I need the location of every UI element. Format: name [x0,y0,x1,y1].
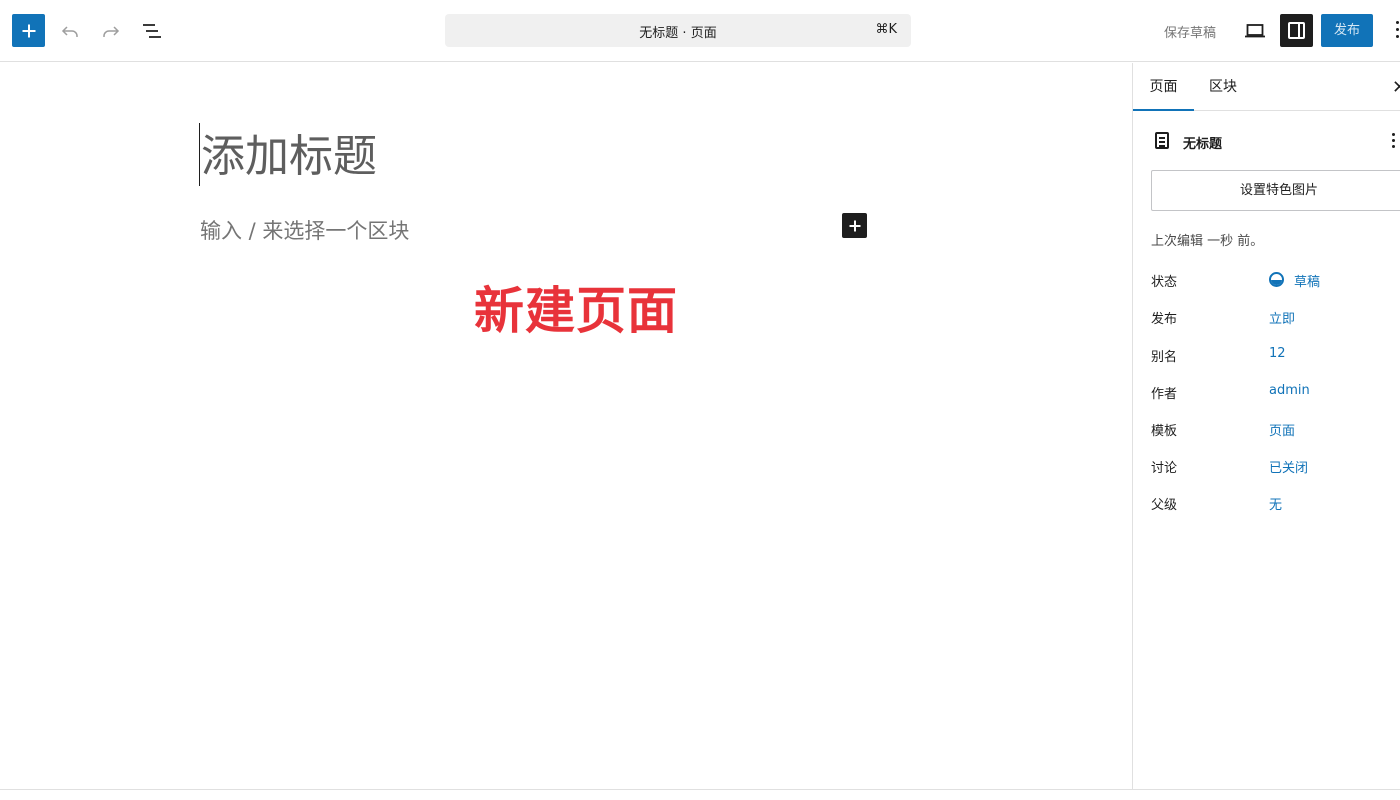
meta-label: 父级 [1151,498,1178,513]
settings-toggle-button[interactable] [1280,14,1313,47]
kebab-icon[interactable] [1392,133,1396,151]
template-link[interactable]: 页面 [1269,420,1295,439]
page-icon [1155,132,1169,149]
post-title-input[interactable]: 添加标题 [199,127,377,187]
command-palette-button[interactable]: 无标题 · 页面 ⌘K [445,14,911,47]
editor-canvas[interactable]: 添加标题 输入 / 来选择一个区块 新建页面 [0,63,1132,789]
meta-row-discussion: 讨论 已关闭 [1151,457,1400,477]
publish-date-link[interactable]: 立即 [1269,308,1295,327]
tab-block[interactable]: 区块 [1194,63,1252,111]
sidebar-icon [1288,22,1305,39]
editor-toolbar: 无标题 · 页面 ⌘K 保存草稿 发布 [0,0,1400,62]
meta-label: 讨论 [1151,461,1178,476]
list-view-icon[interactable] [140,19,164,43]
tab-page[interactable]: 页面 [1133,63,1194,111]
set-featured-image-button[interactable]: 设置特色图片 [1151,170,1400,211]
block-inserter-button[interactable] [12,14,45,47]
bottom-divider [0,789,1400,790]
sidebar-tabs: 页面 区块 ✕ [1133,63,1400,111]
meta-row-publish: 发布 立即 [1151,308,1400,328]
draft-status-icon [1269,272,1284,287]
inline-inserter-button[interactable] [842,213,867,238]
meta-row-parent: 父级 无 [1151,494,1400,514]
last-edited-text: 上次编辑 一秒 前。 [1151,234,1264,249]
parent-link[interactable]: 无 [1269,494,1282,513]
document-title-label: 无标题 [1183,137,1223,152]
meta-label: 模板 [1151,424,1178,439]
desktop-icon[interactable] [1243,19,1267,43]
publish-button[interactable]: 发布 [1321,14,1373,47]
meta-row-slug: 别名 12 [1151,346,1400,366]
redo-icon[interactable] [99,19,123,43]
discussion-link[interactable]: 已关闭 [1269,457,1308,476]
meta-label: 状态 [1151,275,1178,290]
meta-label: 别名 [1151,350,1178,365]
status-link[interactable]: 草稿 [1294,271,1320,290]
slug-link[interactable]: 12 [1269,346,1286,361]
meta-row-template: 模板 页面 [1151,420,1400,440]
document-summary: 无标题 [1151,129,1400,153]
meta-label: 发布 [1151,312,1178,327]
save-draft-button[interactable]: 保存草稿 [1164,22,1216,41]
keyboard-shortcut: ⌘K [875,22,897,37]
settings-sidebar: 页面 区块 ✕ 无标题 设置特色图片 上次编辑 一秒 前。 状态 草稿 发布 立… [1132,63,1400,789]
undo-icon[interactable] [58,19,82,43]
block-placeholder[interactable]: 输入 / 来选择一个区块 [200,215,409,245]
meta-row-status: 状态 草稿 [1151,271,1400,291]
meta-label: 作者 [1151,387,1178,402]
meta-row-author: 作者 admin [1151,383,1400,403]
annotation-label: 新建页面 [474,282,678,340]
author-link[interactable]: admin [1269,383,1310,398]
close-icon[interactable]: ✕ [1392,77,1400,98]
kebab-icon[interactable] [1396,21,1400,41]
document-title: 无标题 · 页面 [639,26,717,41]
